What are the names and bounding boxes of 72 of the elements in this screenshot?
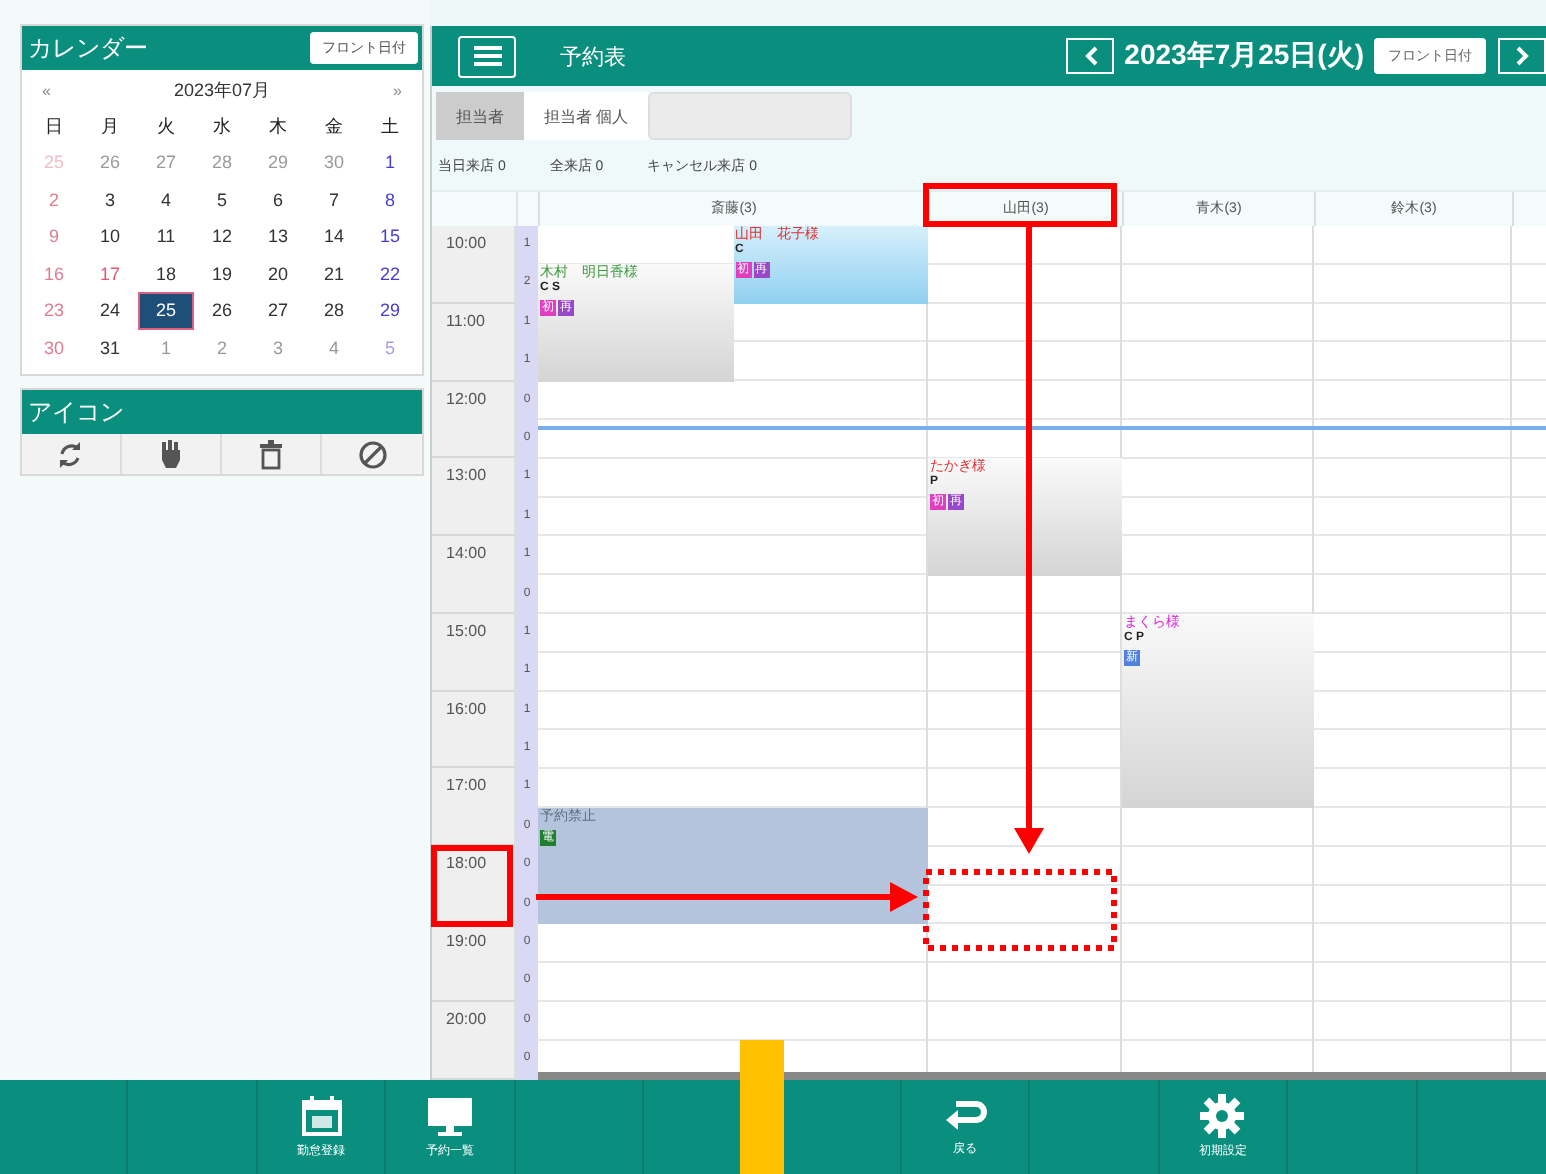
- page-title: 予約表: [560, 43, 626, 71]
- calendar-day[interactable]: 24: [82, 292, 138, 329]
- time-label: 17:00: [444, 774, 489, 795]
- panel-title: カレンダー: [28, 31, 148, 65]
- previous-month-button[interactable]: «: [42, 82, 51, 100]
- monitor-icon: [425, 1094, 474, 1138]
- time-label: 19:00: [444, 930, 489, 951]
- calendar-day[interactable]: 18: [138, 255, 194, 292]
- calendar-day[interactable]: 5: [194, 181, 250, 218]
- calendar-day[interactable]: 28: [306, 292, 362, 329]
- return-arrow-icon: [943, 1096, 988, 1136]
- weekday-label: 土: [379, 114, 401, 140]
- hand-button[interactable]: [122, 434, 222, 474]
- weekday-label: 日: [43, 114, 65, 140]
- calendar-day[interactable]: 1: [362, 144, 418, 181]
- weekday-label: 木: [267, 114, 289, 140]
- weekday-label: 火: [155, 114, 177, 140]
- refresh-button[interactable]: [22, 434, 122, 474]
- time-label: 16:00: [444, 697, 489, 718]
- calendar-day[interactable]: 17: [82, 255, 138, 292]
- panel-title: アイコン: [28, 395, 124, 429]
- weekday-label: 月: [99, 114, 121, 140]
- menu-button[interactable]: [458, 35, 516, 77]
- calendar-day[interactable]: 14: [306, 218, 362, 255]
- date-title: 2023年7月25日(火): [1124, 38, 1364, 74]
- chevron-right-icon: [1515, 46, 1529, 66]
- calendar-day[interactable]: 15: [362, 218, 418, 255]
- input-field[interactable]: [648, 92, 853, 140]
- time-label: 10:00: [444, 232, 489, 252]
- trash-icon: [254, 437, 288, 471]
- next-day-button[interactable]: [1498, 38, 1546, 74]
- calendar-day[interactable]: 20: [250, 255, 306, 292]
- weekday-label: 金: [323, 114, 345, 140]
- prohibited-icon: [355, 437, 389, 471]
- time-label: 18:00: [444, 852, 489, 873]
- time-label: 13:00: [444, 464, 489, 485]
- calendar-day[interactable]: 7: [306, 181, 362, 218]
- calendar-icon: [299, 1094, 344, 1138]
- calendar-day[interactable]: 13: [250, 218, 306, 255]
- calendar-day[interactable]: 31: [82, 329, 138, 366]
- calendar-day[interactable]: 12: [194, 218, 250, 255]
- time-label: 15:00: [444, 619, 489, 640]
- marker-bar: [740, 1040, 784, 1174]
- calendar-day[interactable]: 6: [250, 181, 306, 218]
- calendar-day[interactable]: 3: [82, 181, 138, 218]
- calendar-day[interactable]: 25: [138, 292, 194, 329]
- calendar-day[interactable]: 10: [82, 218, 138, 255]
- scrollbar[interactable]: [538, 1072, 1546, 1080]
- calendar-day[interactable]: 8: [362, 181, 418, 218]
- trash-button[interactable]: [222, 434, 322, 474]
- time-label: 11:00: [444, 309, 487, 330]
- month-title: 2023年07月: [173, 78, 271, 104]
- calendar-day[interactable]: 29: [362, 292, 418, 329]
- next-month-button[interactable]: »: [393, 82, 402, 100]
- calendar-day[interactable]: 19: [194, 255, 250, 292]
- previous-day-button[interactable]: [1066, 38, 1115, 74]
- calendar-day[interactable]: 4: [138, 181, 194, 218]
- calendar-day[interactable]: 27: [250, 292, 306, 329]
- prohibited-button[interactable]: [322, 434, 422, 474]
- weekday-label: 水: [211, 114, 233, 140]
- calendar-day[interactable]: 21: [306, 255, 362, 292]
- time-label: 20:00: [444, 1007, 489, 1028]
- chevron-left-icon: [1083, 46, 1098, 66]
- time-label: 12:00: [444, 387, 489, 408]
- calendar-day[interactable]: 22: [362, 255, 418, 292]
- staff-tab[interactable]: 担当者: [436, 92, 524, 140]
- calendar-day[interactable]: 26: [194, 292, 250, 329]
- highlight-frame: [431, 845, 513, 927]
- staff-tab[interactable]: 担当者 個人: [524, 92, 649, 140]
- calendar-day[interactable]: 11: [138, 218, 194, 255]
- menu-icon: [473, 44, 501, 68]
- time-label: 14:00: [444, 542, 489, 563]
